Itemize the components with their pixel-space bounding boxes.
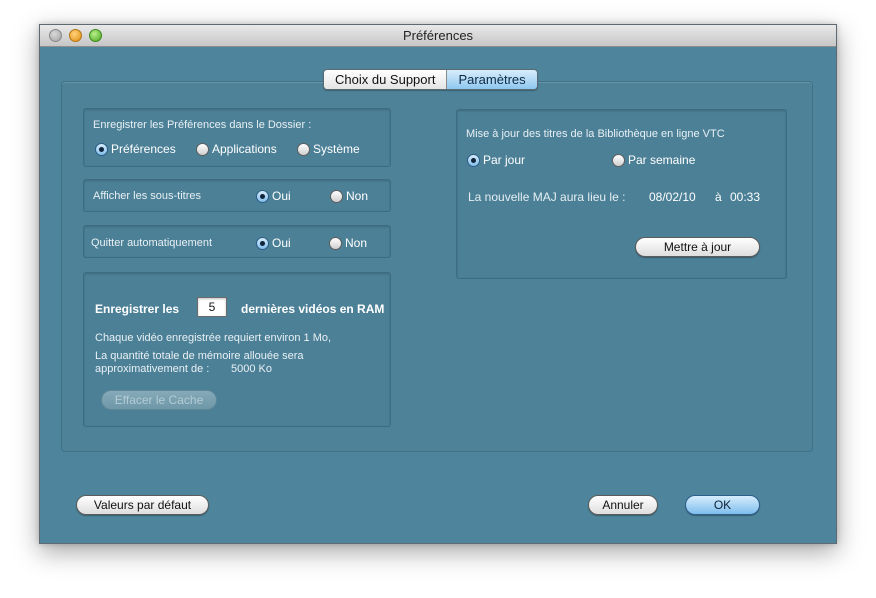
subtitles-label: Afficher les sous-titres (93, 190, 202, 202)
quit-group: Quitter automatiquement Oui Non (83, 225, 391, 258)
title-bar[interactable]: Préférences (40, 25, 836, 47)
subtitles-group: Afficher les sous-titres Oui Non (83, 179, 391, 212)
radio-selected-icon (467, 153, 480, 167)
cache-note-1: Chaque vidéo enregistrée requiert enviro… (95, 332, 332, 344)
cache-note-3-prefix: approximativement de : (95, 363, 210, 375)
radio-unselected-icon (330, 189, 343, 203)
defaults-button[interactable]: Valeurs par défaut (76, 495, 209, 515)
cache-save-suffix: dernières vidéos en RAM (241, 302, 385, 316)
radio-subtitles-oui[interactable]: Oui (256, 189, 291, 203)
radio-systeme-label: Système (313, 142, 360, 156)
radio-par-jour[interactable]: Par jour (467, 153, 525, 167)
radio-unselected-icon (297, 142, 310, 156)
clear-cache-button[interactable]: Effacer le Cache (101, 390, 217, 410)
tab-choix-du-support[interactable]: Choix du Support (324, 70, 448, 89)
folder-group: Enregistrer les Préférences dans le Doss… (83, 108, 391, 167)
tab-bar: Choix du Support Paramètres (323, 69, 538, 90)
radio-systeme[interactable]: Système (297, 142, 360, 156)
radio-subtitles-non[interactable]: Non (330, 189, 368, 203)
cache-note-2: La quantité totale de mémoire allouée se… (95, 350, 304, 362)
radio-quit-oui-label: Oui (272, 236, 291, 250)
radio-selected-icon (95, 142, 108, 156)
radio-preferences-label: Préférences (111, 142, 176, 156)
tab-parametres[interactable]: Paramètres (447, 70, 537, 89)
cache-save-prefix: Enregistrer les (95, 302, 180, 316)
window-title: Préférences (402, 28, 474, 43)
radio-subtitles-oui-label: Oui (272, 189, 291, 203)
preferences-window: Préférences Choix du Support Paramètres … (39, 24, 837, 544)
radio-quit-oui[interactable]: Oui (256, 236, 291, 250)
radio-applications[interactable]: Applications (196, 142, 277, 156)
radio-par-semaine[interactable]: Par semaine (612, 153, 695, 167)
cancel-button[interactable]: Annuler (588, 495, 658, 515)
radio-unselected-icon (329, 236, 342, 250)
radio-selected-icon (256, 236, 269, 250)
next-update-date: 08/02/10 (649, 190, 696, 204)
next-update-label: La nouvelle MAJ aura lieu le : (468, 190, 626, 204)
cache-note-3-value: 5000 Ko (231, 363, 272, 375)
next-update-time: 00:33 (730, 190, 761, 204)
radio-quit-non-label: Non (345, 236, 368, 250)
radio-par-jour-label: Par jour (483, 153, 526, 167)
radio-selected-icon (256, 189, 269, 203)
radio-unselected-icon (196, 142, 209, 156)
radio-subtitles-non-label: Non (346, 189, 369, 203)
video-count-field[interactable]: 5 (197, 297, 227, 317)
ok-button[interactable]: OK (685, 495, 760, 515)
update-group-label: Mise à jour des titres de la Bibliothèqu… (466, 128, 725, 140)
update-group: Mise à jour des titres de la Bibliothèqu… (456, 109, 787, 279)
quit-label: Quitter automatiquement (91, 237, 213, 249)
radio-quit-non[interactable]: Non (329, 236, 367, 250)
update-now-button[interactable]: Mettre à jour (635, 237, 760, 257)
radio-unselected-icon (612, 153, 625, 167)
radio-par-semaine-label: Par semaine (628, 153, 696, 167)
folder-group-label: Enregistrer les Préférences dans le Doss… (93, 119, 312, 131)
radio-preferences[interactable]: Préférences (95, 142, 176, 156)
radio-applications-label: Applications (212, 142, 277, 156)
cache-group: Enregistrer les 5 dernières vidéos en RA… (83, 272, 391, 427)
next-update-at: à (715, 190, 722, 204)
